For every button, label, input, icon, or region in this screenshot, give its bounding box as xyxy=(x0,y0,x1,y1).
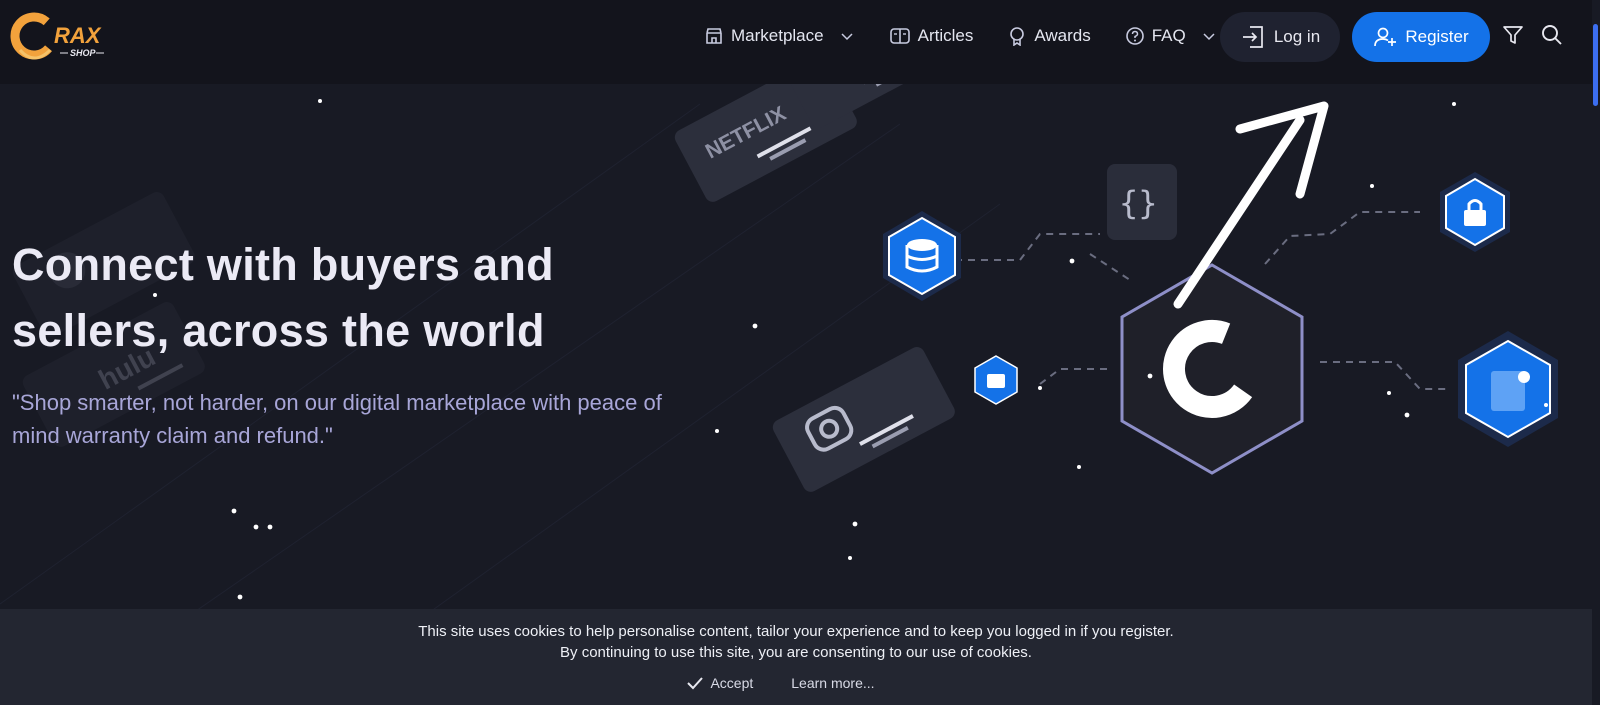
nav-item-awards[interactable]: Awards xyxy=(1007,26,1091,46)
filter-icon xyxy=(1503,26,1523,44)
cookie-learn-more-link[interactable]: Learn more... xyxy=(791,675,874,691)
book-icon xyxy=(889,28,910,44)
login-icon xyxy=(1242,26,1263,48)
chevron-down-icon xyxy=(1203,33,1215,41)
cookie-actions: Accept Learn more... xyxy=(0,675,1592,691)
check-icon xyxy=(687,677,704,690)
filter-button[interactable] xyxy=(1502,24,1524,51)
svg-text:SHOP: SHOP xyxy=(70,48,97,58)
scrollbar-thumb[interactable] xyxy=(1593,24,1598,106)
hero-subtitle: "Shop smarter, not harder, on our digita… xyxy=(12,390,662,448)
register-label: Register xyxy=(1405,27,1469,46)
login-button[interactable]: Log in xyxy=(1220,12,1340,62)
add-user-icon xyxy=(1374,27,1397,47)
cookie-line-1: This site uses cookies to help personali… xyxy=(418,623,1174,640)
nav-item-label: Articles xyxy=(917,26,974,45)
nav-item-faq[interactable]: FAQ xyxy=(1125,26,1217,46)
search-button[interactable] xyxy=(1541,24,1563,51)
help-circle-icon xyxy=(1125,27,1144,45)
chevron-down-icon xyxy=(841,33,853,41)
cookie-notice: This site uses cookies to help personali… xyxy=(0,609,1592,705)
award-icon xyxy=(1010,27,1025,46)
cookie-text: This site uses cookies to help personali… xyxy=(0,609,1592,663)
crax-shop-logo[interactable]: RAX SHOP xyxy=(10,10,120,64)
cookie-line-2: By continuing to use this site, you are … xyxy=(560,644,1032,661)
main-nav: Marketplace Articles Awards FAQ xyxy=(704,0,1251,72)
nav-item-marketplace[interactable]: Marketplace xyxy=(704,26,855,46)
svg-text:{}: {} xyxy=(1119,184,1158,222)
nav-item-articles[interactable]: Articles xyxy=(889,26,974,46)
svg-text:RAX: RAX xyxy=(54,23,102,48)
nav-item-label: Marketplace xyxy=(731,26,824,45)
cookie-accept-button[interactable]: Accept xyxy=(687,675,753,691)
search-icon xyxy=(1542,25,1562,45)
cookie-accept-label: Accept xyxy=(710,675,754,691)
login-label: Log in xyxy=(1273,27,1321,46)
site-header: RAX SHOP Marketplace Articles Awards FAQ… xyxy=(0,0,1600,84)
store-icon xyxy=(706,28,722,44)
nav-item-label: Awards xyxy=(1034,26,1091,45)
nav-item-label: FAQ xyxy=(1151,26,1186,45)
hero-title: Connect with buyers and sellers, across … xyxy=(12,239,554,356)
register-button[interactable]: Register xyxy=(1352,12,1490,62)
